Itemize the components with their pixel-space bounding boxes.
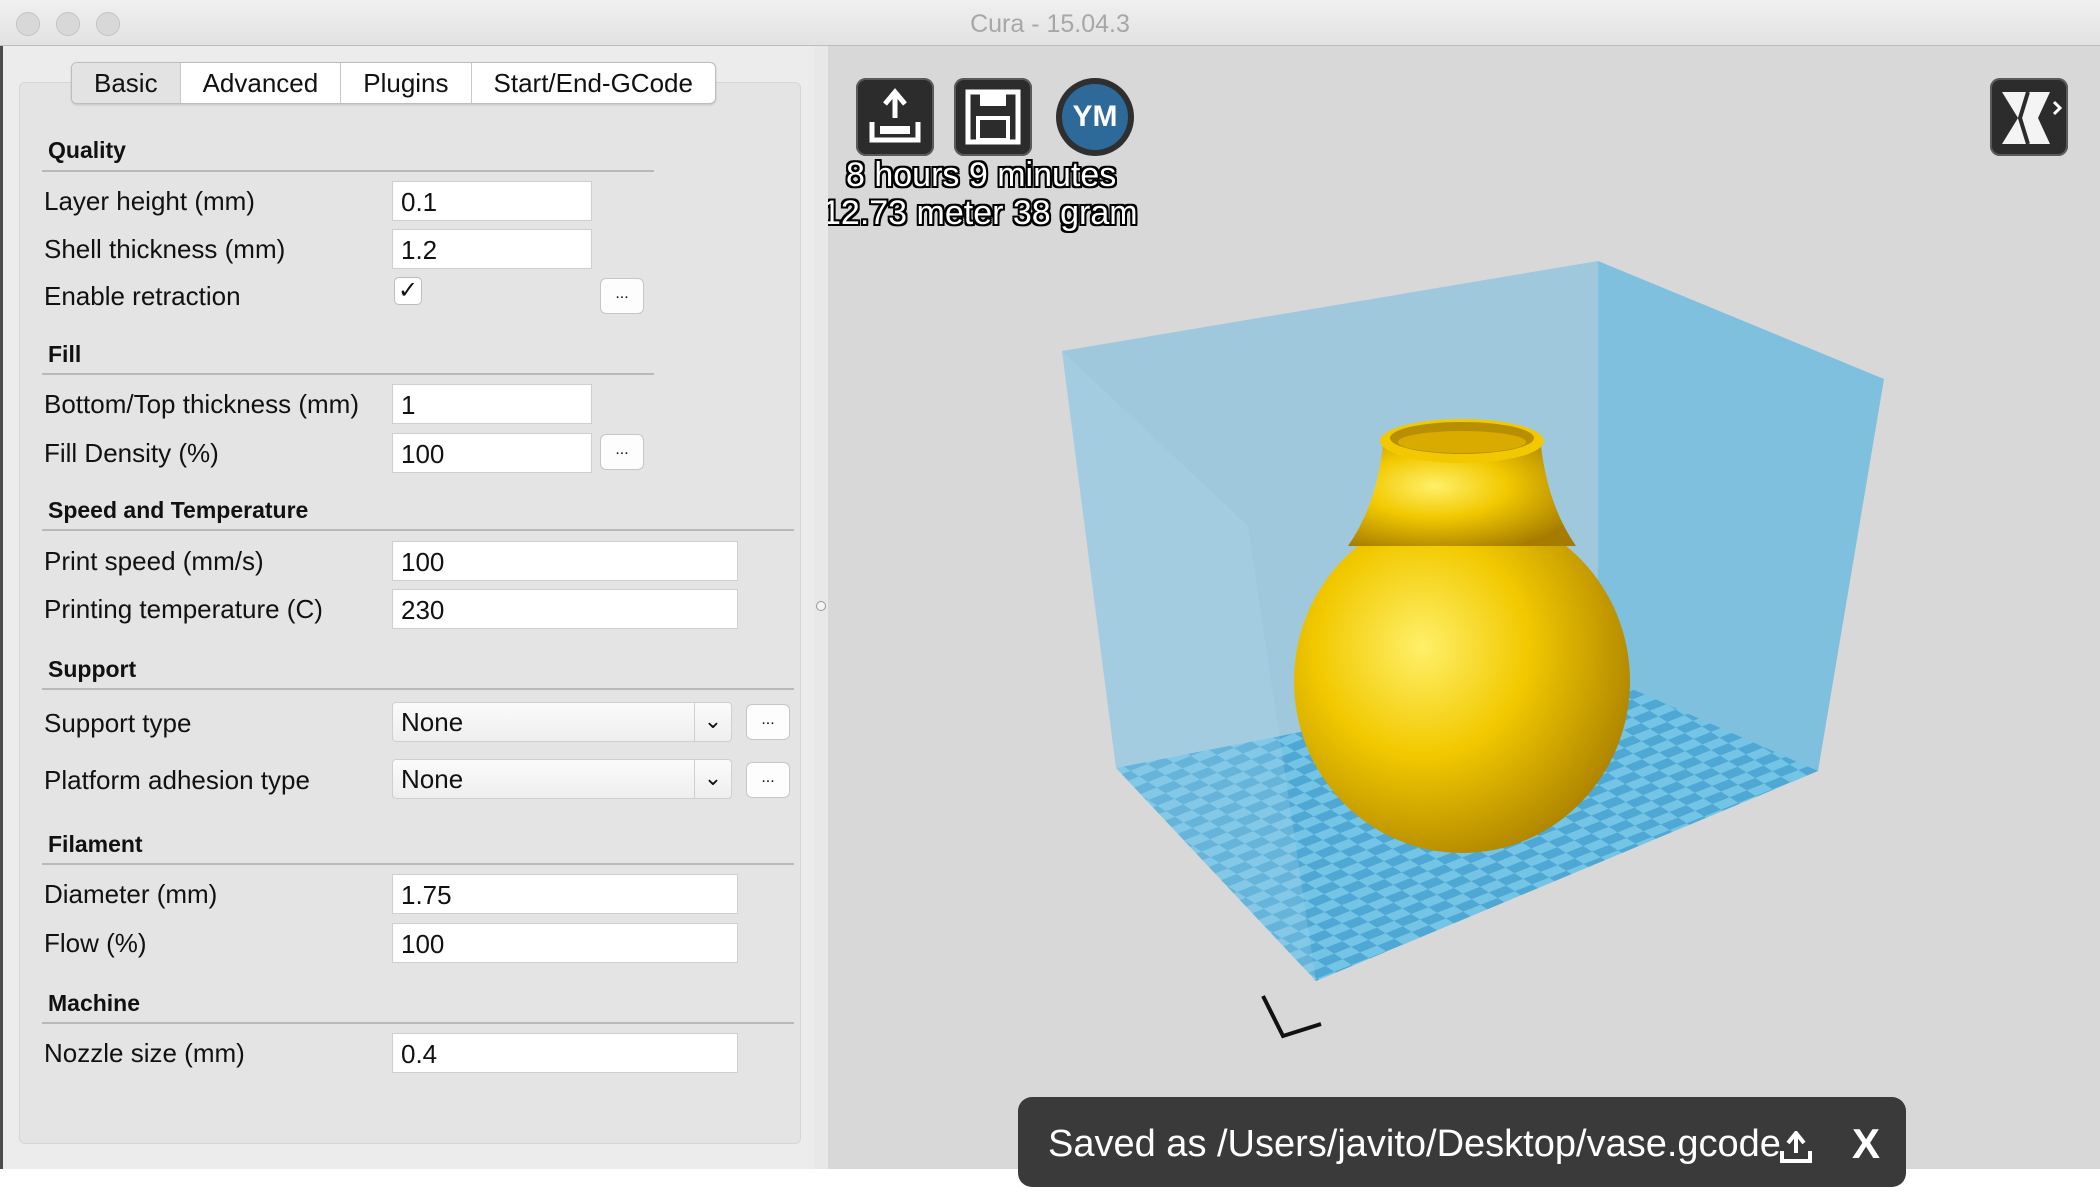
divider <box>42 863 794 865</box>
shell-thickness-input[interactable]: 1.2 <box>392 229 592 269</box>
view-mode-button[interactable] <box>1990 78 2068 156</box>
divider <box>42 688 794 690</box>
tab-advanced[interactable]: Advanced <box>181 63 342 103</box>
print-speed-input[interactable]: 100 <box>392 541 738 581</box>
splitter-handle[interactable] <box>816 601 826 611</box>
save-notification: Saved as /Users/javito/Desktop/vase.gcod… <box>1018 1097 1906 1187</box>
print-speed-label: Print speed (mm/s) <box>44 546 264 576</box>
close-notification-button[interactable]: X <box>1852 1097 1880 1191</box>
layer-height-label: Layer height (mm) <box>44 186 255 216</box>
fill-density-label: Fill Density (%) <box>44 438 219 468</box>
save-icon <box>965 89 1021 145</box>
diameter-input[interactable]: 1.75 <box>392 874 738 914</box>
save-notification-text: Saved as /Users/javito/Desktop/vase.gcod… <box>1048 1123 1781 1165</box>
youmagine-icon: YM <box>1062 84 1128 150</box>
support-settings-button[interactable]: ... <box>746 704 790 740</box>
axis-indicator <box>1261 995 1322 1039</box>
chevron-down-icon: ⌄ <box>694 703 731 741</box>
nozzle-size-label: Nozzle size (mm) <box>44 1038 245 1068</box>
divider <box>42 1022 794 1024</box>
nozzle-size-input[interactable]: 0.4 <box>392 1033 738 1073</box>
section-support: Support <box>48 656 137 682</box>
retraction-settings-button[interactable]: ... <box>600 278 644 314</box>
section-machine: Machine <box>48 990 141 1016</box>
material-usage-text: 12.73 meter 38 gram <box>828 194 1138 232</box>
fill-settings-button[interactable]: ... <box>600 434 644 470</box>
platform-adhesion-label: Platform adhesion type <box>44 765 310 795</box>
divider <box>42 170 654 172</box>
settings-tabs: Basic Advanced Plugins Start/End-GCode <box>71 62 716 104</box>
divider <box>42 529 794 531</box>
section-filament: Filament <box>48 831 143 857</box>
enable-retraction-label: Enable retraction <box>44 281 241 311</box>
youmagine-button[interactable]: YM <box>1056 78 1134 156</box>
printing-temperature-input[interactable]: 230 <box>392 589 738 629</box>
section-fill: Fill <box>48 341 82 367</box>
support-type-select[interactable]: None ⌄ <box>392 702 732 742</box>
title-bar: Cura - 15.04.3 <box>0 0 2100 46</box>
load-model-icon <box>869 88 921 143</box>
flow-label: Flow (%) <box>44 928 147 958</box>
bottom-top-thickness-input[interactable]: 1 <box>392 384 592 424</box>
load-model-button[interactable] <box>856 78 934 156</box>
view-mode-icon <box>2002 91 2063 145</box>
window-title: Cura - 15.04.3 <box>970 10 1130 38</box>
layer-height-input[interactable]: 0.1 <box>392 181 592 221</box>
print-time-text: 8 hours 9 minutes <box>846 156 1117 194</box>
bottom-top-thickness-label: Bottom/Top thickness (mm) <box>44 389 359 419</box>
diameter-label: Diameter (mm) <box>44 879 218 909</box>
support-type-label: Support type <box>44 708 192 738</box>
tab-plugins[interactable]: Plugins <box>341 63 472 103</box>
shell-thickness-label: Shell thickness (mm) <box>44 234 286 264</box>
section-speed-temperature: Speed and Temperature <box>48 497 309 523</box>
section-quality: Quality <box>48 137 126 163</box>
enable-retraction-checkbox[interactable]: ✓ <box>394 277 422 305</box>
eject-icon[interactable] <box>1778 1131 1814 1163</box>
3d-viewport[interactable]: YM 8 hours 9 minutes 12.73 meter 38 gram <box>828 46 2100 1169</box>
support-type-value: None <box>401 707 464 737</box>
platform-adhesion-value: None <box>401 764 464 794</box>
printing-temperature-label: Printing temperature (C) <box>44 594 323 624</box>
chevron-down-icon: ⌄ <box>694 760 731 798</box>
divider <box>42 373 654 375</box>
flow-input[interactable]: 100 <box>392 923 738 963</box>
tab-start-end-gcode[interactable]: Start/End-GCode <box>472 63 715 103</box>
tab-basic[interactable]: Basic <box>72 63 181 103</box>
save-gcode-button[interactable] <box>954 78 1032 156</box>
adhesion-settings-button[interactable]: ... <box>746 762 790 798</box>
fill-density-input[interactable]: 100 <box>392 433 592 473</box>
platform-adhesion-select[interactable]: None ⌄ <box>392 759 732 799</box>
